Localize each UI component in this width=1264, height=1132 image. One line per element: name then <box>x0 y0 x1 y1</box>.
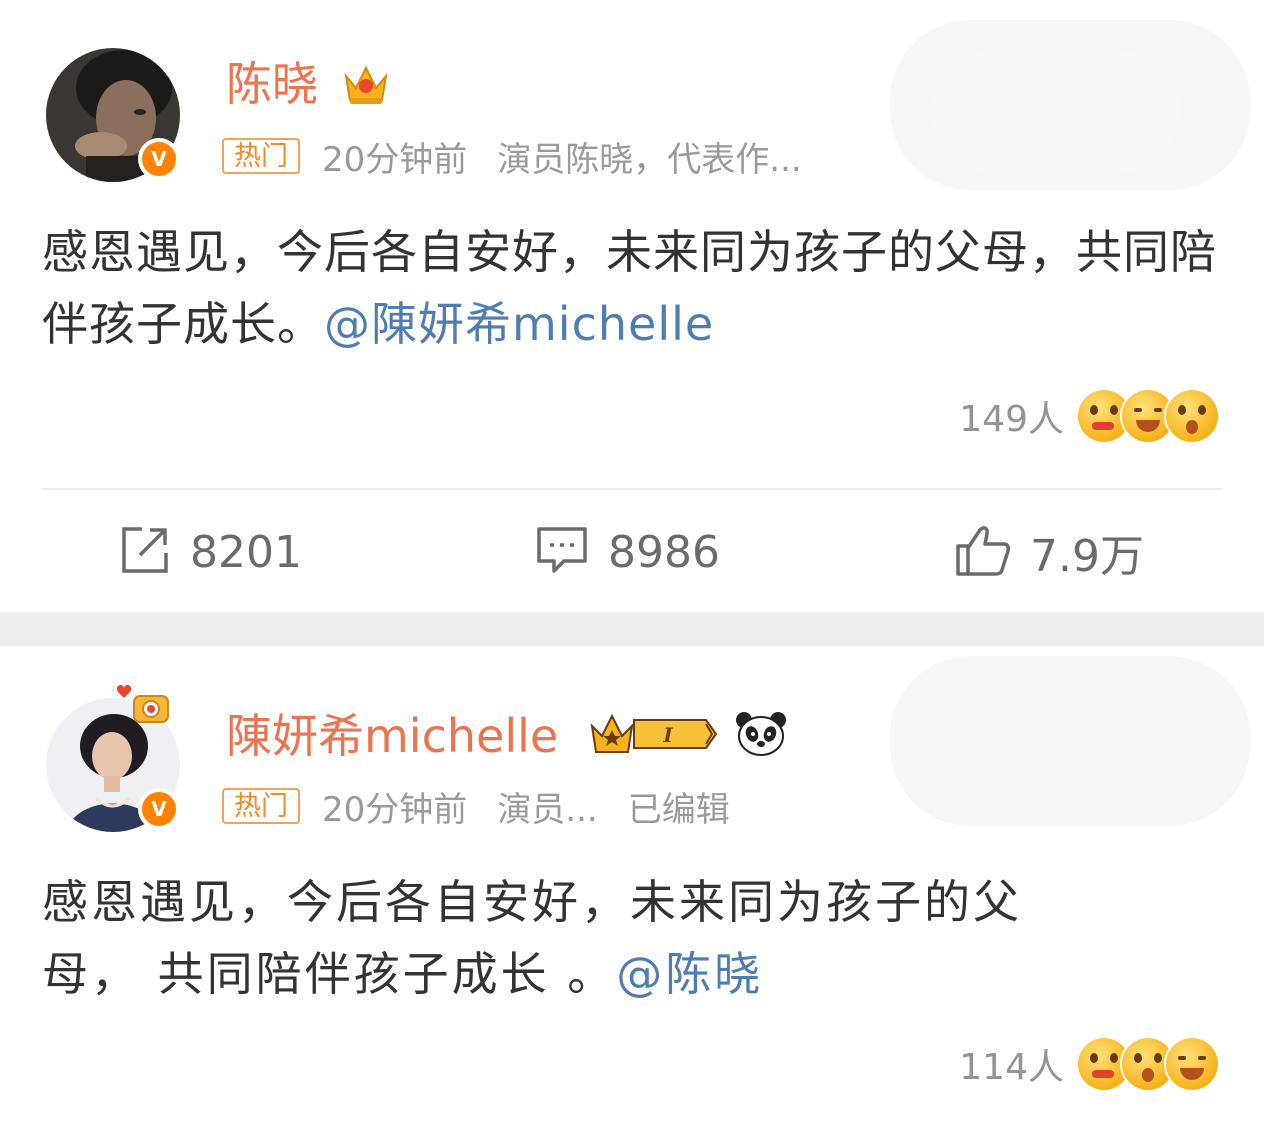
verified-badge-icon: V <box>138 788 180 830</box>
wow-emoji-icon <box>1166 390 1218 442</box>
username[interactable]: 陳妍希michelle <box>226 708 558 764</box>
post-body-line-2: 母， 共同陪伴孩子成长 。 <box>42 947 617 1001</box>
post-body-line-1: 感恩遇见，今后各自安好，未来同为孩子的父 <box>42 875 1022 929</box>
crown-icon <box>340 58 392 112</box>
hot-tag: 热门 <box>222 138 300 174</box>
post-time: 20分钟前 <box>322 789 468 830</box>
post-card-2: V 陳妍希michelle I 热门 20分钟前 演员... 已编辑 感恩遇见，… <box>0 646 1264 1132</box>
comment-icon <box>534 523 590 581</box>
post-text: 感恩遇见，今后各自安好，未来同为孩子的父 母， 共同陪伴孩子成长 。@陈晓 <box>42 866 1222 1010</box>
post-text: 感恩遇见，今后各自安好，未来同为孩子的父母，共同陪伴孩子成长。@陳妍希miche… <box>42 216 1222 360</box>
post-time: 20分钟前 <box>322 139 468 180</box>
like-button[interactable]: 7.9万 <box>954 520 1144 584</box>
post-meta: 热门 20分钟前 演员陈晓，代表作... <box>222 134 832 180</box>
divider <box>42 488 1222 490</box>
blurred-region <box>890 656 1250 826</box>
post-meta: 热门 20分钟前 演员... 已编辑 <box>222 784 760 830</box>
comment-count: 8986 <box>608 526 720 578</box>
username[interactable]: 陈晓 <box>226 56 318 112</box>
member-level-badge-icon: I <box>588 710 720 762</box>
laugh-emoji-icon <box>1166 1038 1218 1090</box>
panda-icon <box>734 708 788 762</box>
thumbs-up-icon <box>954 522 1012 582</box>
mention-link[interactable]: @陈晓 <box>616 947 763 1001</box>
post-separator <box>0 612 1264 646</box>
post-source: 演员... <box>497 789 598 830</box>
camera-decoration-icon <box>112 682 172 730</box>
post-source: 演员陈晓，代表作... <box>497 139 802 180</box>
mention-link[interactable]: @陳妍希michelle <box>324 297 714 351</box>
level-badge-text: I <box>662 723 673 747</box>
reaction-count: 114人 <box>959 1047 1064 1088</box>
reactions[interactable]: 149人 <box>959 390 1218 442</box>
post-card-1: V 陈晓 热门 20分钟前 演员陈晓，代表作... 感恩遇见，今后各自安好，未来… <box>0 0 1264 612</box>
verified-badge-icon: V <box>138 138 180 180</box>
hot-tag: 热门 <box>222 788 300 824</box>
repost-icon <box>118 523 172 581</box>
blurred-region <box>930 52 1180 172</box>
reaction-count: 149人 <box>959 399 1064 440</box>
reactions[interactable]: 114人 <box>959 1038 1218 1090</box>
repost-count: 8201 <box>190 526 302 578</box>
repost-button[interactable]: 8201 <box>118 520 302 584</box>
edited-label: 已编辑 <box>627 789 730 830</box>
like-count: 7.9万 <box>1030 531 1144 582</box>
comment-button[interactable]: 8986 <box>534 520 720 584</box>
